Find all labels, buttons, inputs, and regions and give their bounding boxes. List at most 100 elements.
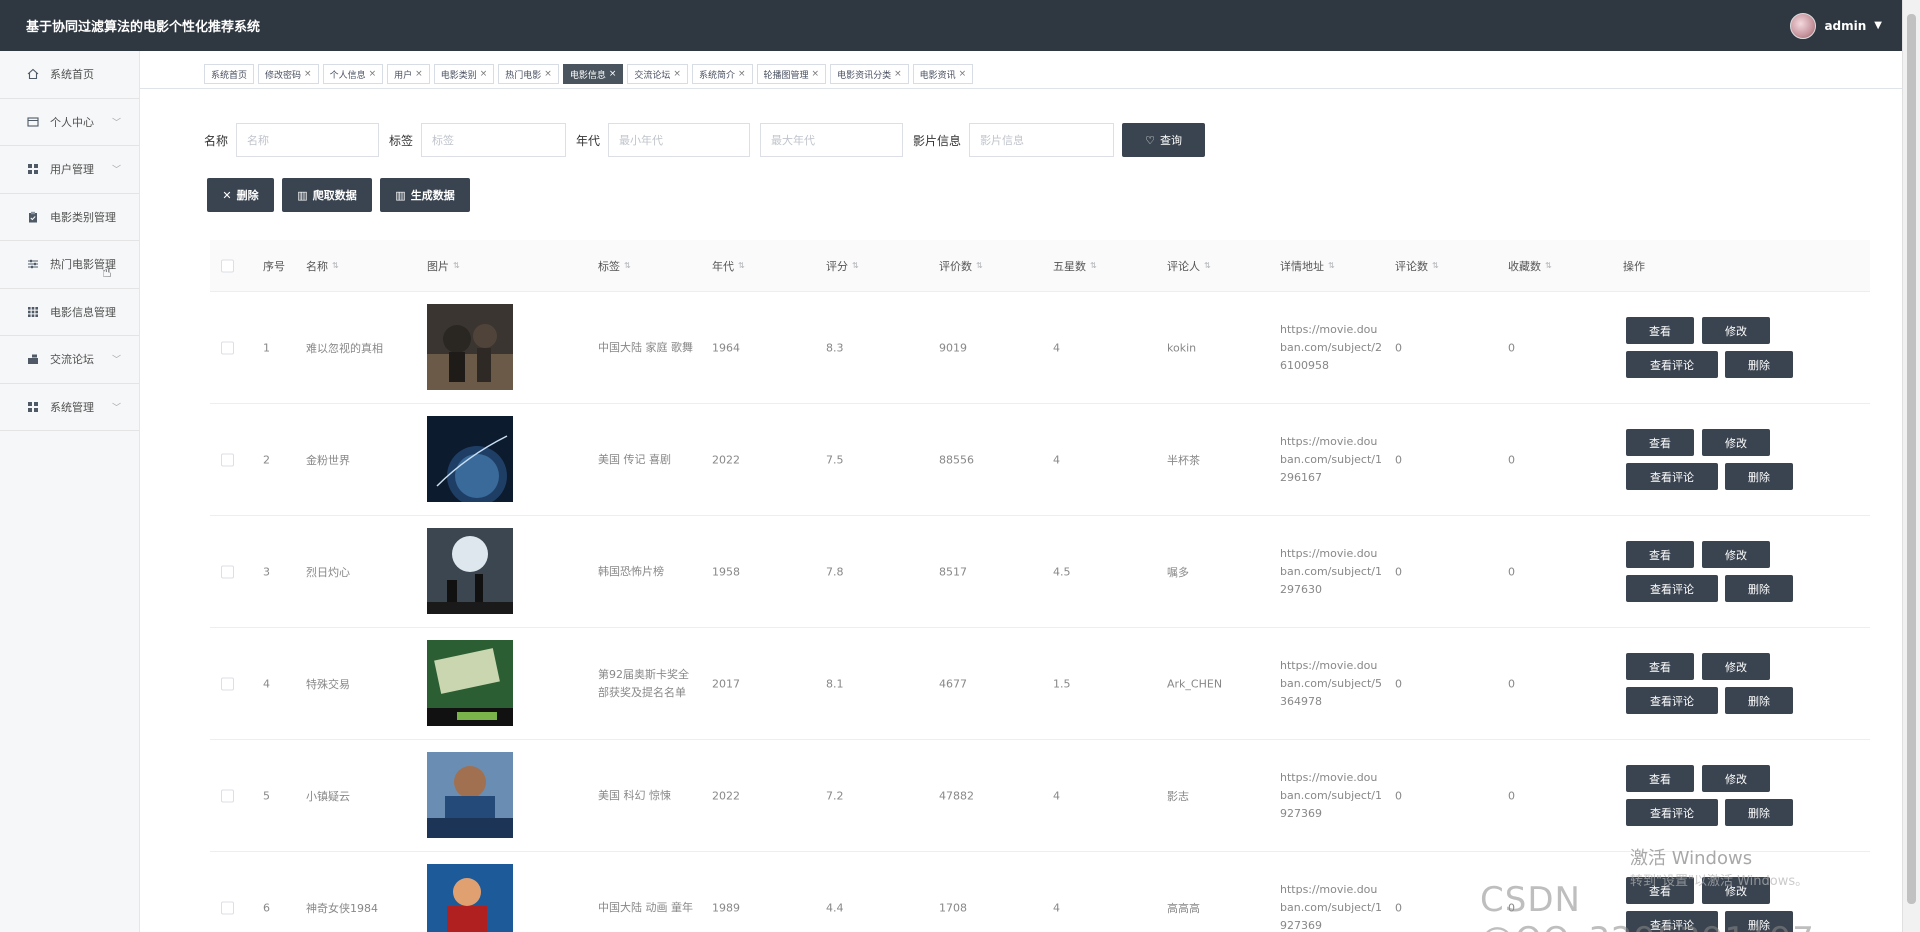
close-icon[interactable]: ×	[415, 69, 423, 79]
delete-row-button[interactable]: 删除	[1725, 799, 1793, 826]
sidebar-item-forum[interactable]: 交流论坛 ﹀	[0, 336, 139, 384]
view-button[interactable]: 查看	[1626, 429, 1694, 456]
view-button[interactable]: 查看	[1626, 317, 1694, 344]
movie-table: 序号 名称 ⇅ 图片 ⇅ 标签 ⇅ 年代 ⇅ 评分 ⇅ 评价数 ⇅ 五星数 ⇅ 评论人 ⇅ 详情…	[210, 240, 1870, 932]
close-icon[interactable]: ×	[738, 69, 746, 79]
tab-item[interactable]: 交流论坛 ×	[627, 64, 688, 84]
sidebar-item-personal-center[interactable]: 个人中心 ﹀	[0, 99, 139, 146]
tab-item[interactable]: 用户 ×	[387, 64, 430, 84]
table-body: 1 难以忽视的真相 中国大陆 家庭 歌舞 1964 8.3 9019 4 kokin https…	[210, 292, 1870, 932]
page-scrollbar[interactable]	[1902, 0, 1920, 932]
cell-index: 1	[263, 341, 270, 354]
view-comments-button[interactable]: 查看评论	[1626, 351, 1718, 378]
row-checkbox[interactable]	[221, 901, 234, 914]
year-min-input[interactable]	[608, 123, 751, 157]
generate-data-button[interactable]: ▥ 生成数据	[380, 178, 470, 212]
sidebar-item-hot-movies[interactable]: 热门电影管理	[0, 241, 139, 289]
tab-item[interactable]: 修改密码 ×	[258, 64, 319, 84]
delete-row-button[interactable]: 删除	[1725, 687, 1793, 714]
row-checkbox[interactable]	[221, 789, 234, 802]
crawl-data-button[interactable]: ▥ 爬取数据	[282, 178, 372, 212]
tab-item[interactable]: 轮播图管理 ×	[756, 64, 827, 84]
year-max-input[interactable]	[760, 123, 904, 157]
tab-item[interactable]: 电影资讯分类 ×	[830, 64, 909, 84]
view-comments-button[interactable]: 查看评论	[1626, 575, 1718, 602]
row-checkbox[interactable]	[221, 677, 234, 690]
row-checkbox[interactable]	[221, 565, 234, 578]
close-icon[interactable]: ×	[959, 69, 967, 79]
sidebar-item-user-management[interactable]: 用户管理 ﹀	[0, 146, 139, 194]
close-icon[interactable]: ×	[304, 69, 312, 79]
tab-item[interactable]: 电影资讯 ×	[912, 64, 974, 84]
tab-item[interactable]: 电影类别 ×	[433, 64, 495, 84]
sidebar-item-label: 电影信息管理	[50, 305, 116, 319]
tab-item[interactable]: 系统简介 ×	[691, 64, 753, 84]
close-icon[interactable]: ×	[812, 69, 820, 79]
col-year[interactable]: 年代 ⇅	[712, 258, 745, 274]
col-five-star[interactable]: 五星数 ⇅	[1053, 258, 1097, 274]
edit-button[interactable]: 修改	[1702, 541, 1770, 568]
cell-reviewer: 高高高	[1167, 901, 1200, 915]
col-score[interactable]: 评分 ⇅	[826, 258, 859, 274]
tab-item[interactable]: 电影信息 ×	[562, 64, 624, 84]
delete-row-button[interactable]: 删除	[1725, 463, 1793, 490]
edit-button[interactable]: 修改	[1702, 765, 1770, 792]
sidebar-item-movie-category[interactable]: 电影类别管理	[0, 194, 139, 241]
view-button[interactable]: 查看	[1626, 653, 1694, 680]
close-icon[interactable]: ×	[894, 69, 902, 79]
grid-icon	[26, 162, 40, 176]
delete-row-button[interactable]: 删除	[1725, 575, 1793, 602]
cell-year: 1958	[712, 565, 740, 578]
table-row: 2 金粉世界 美国 传记 喜剧 2022 7.5 88556 4 半杯茶 https://mov…	[210, 404, 1870, 516]
cell-year: 2022	[712, 453, 740, 466]
view-comments-button[interactable]: 查看评论	[1626, 463, 1718, 490]
close-icon[interactable]: ×	[480, 69, 488, 79]
edit-button[interactable]: 修改	[1702, 317, 1770, 344]
close-icon[interactable]: ×	[673, 69, 681, 79]
col-image[interactable]: 图片 ⇅	[427, 258, 460, 274]
col-reviewer[interactable]: 评论人 ⇅	[1167, 258, 1211, 274]
view-comments-button[interactable]: 查看评论	[1626, 799, 1718, 826]
delete-button[interactable]: ✕ 删除	[207, 178, 274, 212]
view-button[interactable]: 查看	[1626, 765, 1694, 792]
delete-row-button[interactable]: 删除	[1725, 351, 1793, 378]
row-checkbox[interactable]	[221, 453, 234, 466]
cell-index: 3	[263, 565, 270, 578]
app-root: 基于协同过滤算法的电影个性化推荐系统 admin ▼ 系统首页 个人中心 ﹀ 用…	[0, 0, 1920, 932]
col-name[interactable]: 名称 ⇅	[306, 258, 339, 274]
sidebar-item-home[interactable]: 系统首页	[0, 51, 139, 99]
caret-down-icon[interactable]: ▼	[1874, 20, 1882, 31]
tabs-bar: 系统首页 修改密码 × 个人信息 × 用户 × 电影类别 × 热门电影 × 电影信息 × 交流论坛 × 系统简…	[204, 64, 974, 84]
tab-item[interactable]: 个人信息 ×	[322, 64, 384, 84]
user-menu[interactable]: admin ▼	[1790, 12, 1882, 39]
name-input[interactable]	[236, 123, 380, 157]
row-checkbox[interactable]	[221, 341, 234, 354]
info-input[interactable]	[969, 123, 1115, 157]
avatar[interactable]	[1790, 12, 1817, 39]
tag-input[interactable]	[421, 123, 567, 157]
edit-button[interactable]: 修改	[1702, 429, 1770, 456]
edit-button[interactable]: 修改	[1702, 653, 1770, 680]
scrollbar-thumb[interactable]	[1907, 14, 1916, 904]
view-comments-button[interactable]: 查看评论	[1626, 687, 1718, 714]
sidebar-item-system-management[interactable]: 系统管理 ﹀	[0, 384, 139, 431]
close-icon[interactable]: ×	[609, 69, 617, 79]
col-votes[interactable]: 评价数 ⇅	[939, 258, 983, 274]
query-button[interactable]: ♡ 查询	[1122, 123, 1206, 157]
close-icon[interactable]: ×	[369, 69, 377, 79]
bar-chart-icon: ▥	[395, 188, 406, 202]
close-icon[interactable]: ×	[544, 69, 552, 79]
cell-reviewer: kokin	[1167, 341, 1197, 354]
username[interactable]: admin	[1824, 19, 1866, 33]
col-comments[interactable]: 评论数 ⇅	[1395, 258, 1439, 274]
search-form: 名称 标签 年代 影片信息 ♡ 查询	[204, 123, 1206, 157]
tab-item[interactable]: 系统首页	[204, 64, 255, 84]
select-all-checkbox[interactable]	[221, 259, 234, 272]
col-favorites[interactable]: 收藏数 ⇅	[1508, 258, 1552, 274]
col-tags[interactable]: 标签 ⇅	[598, 258, 631, 274]
tab-item[interactable]: 热门电影 ×	[498, 64, 559, 84]
view-button[interactable]: 查看	[1626, 541, 1694, 568]
col-url[interactable]: 详情地址 ⇅	[1280, 258, 1335, 274]
sidebar-item-movie-info[interactable]: 电影信息管理	[0, 289, 139, 336]
chevron-down-icon: ﹀	[112, 165, 122, 176]
